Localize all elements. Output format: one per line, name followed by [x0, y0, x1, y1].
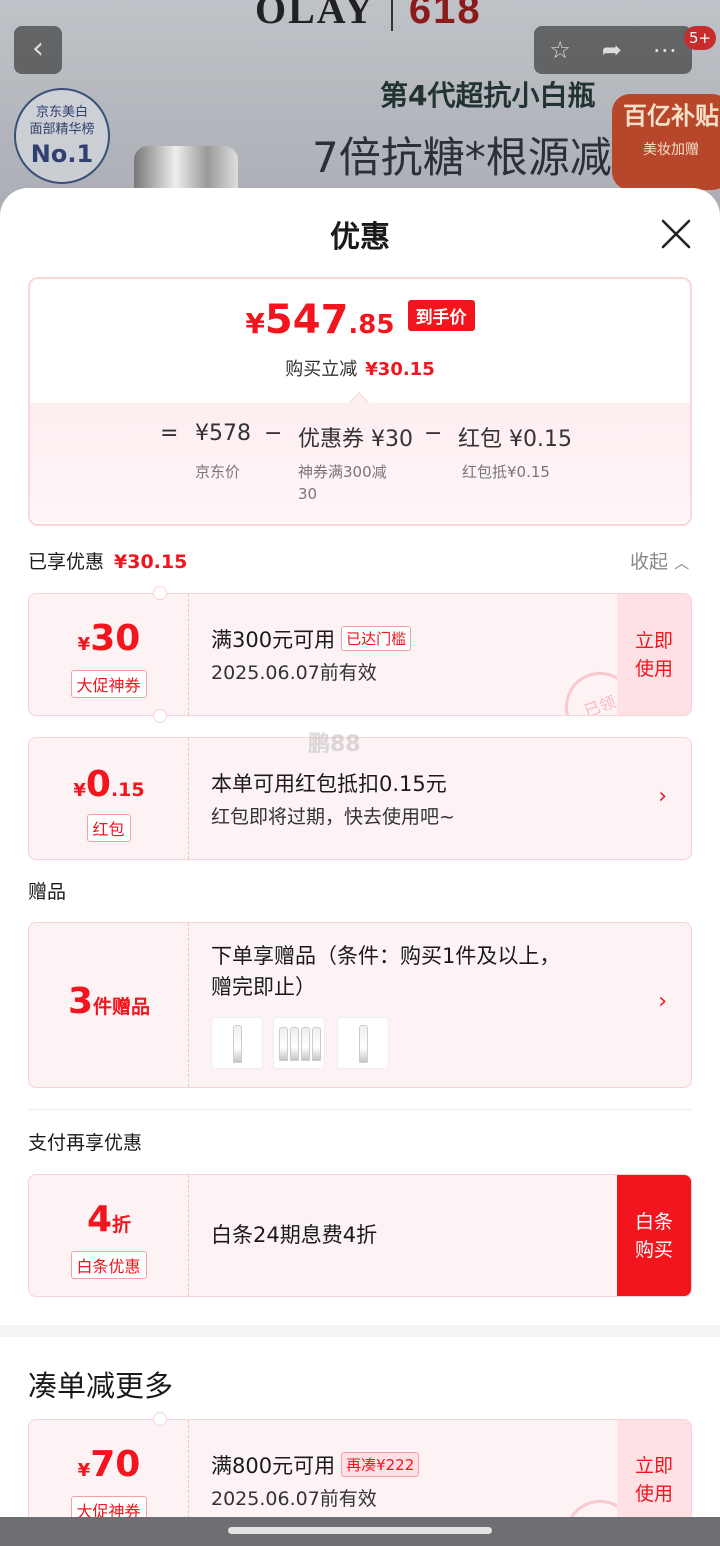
top-up-badge: 再凑¥222 — [341, 1452, 420, 1477]
gift-condition: 下单享赠品（条件：购买1件及以上， 赠完即止） — [211, 944, 561, 999]
chevron-up-icon: ︿ — [674, 554, 690, 572]
gift-card[interactable]: 3件赠品 下单享赠品（条件：购买1件及以上， 赠完即止） › — [28, 922, 692, 1088]
gifts-header: 赠品 — [28, 881, 67, 903]
final-price: ¥547.85 到手价 — [30, 297, 690, 343]
coupon-value: ¥30 大促神券 — [29, 594, 189, 715]
final-price-tag: 到手价 — [407, 300, 475, 331]
brand-logo: OLAY 618 — [255, 0, 482, 33]
back-button[interactable]: ‹ — [14, 26, 62, 74]
equals-sign: = — [160, 421, 179, 446]
close-icon[interactable] — [660, 218, 692, 250]
card-notch — [153, 1412, 167, 1426]
coupon-expiry: 2025.06.07前有效 — [211, 662, 377, 684]
top-toolbar: ☆ ➦ ⋯ — [534, 26, 692, 74]
watermark: 鹏88 — [308, 732, 361, 757]
more-icon[interactable]: ⋯ — [653, 36, 677, 64]
baitiao-value: 4折 白条优惠 — [29, 1175, 189, 1296]
gift-thumbnail — [273, 1017, 325, 1069]
redpack-title: 本单可用红包抵扣0.15元 — [211, 772, 447, 796]
baitiao-card: 4折 白条优惠 白条24期息费4折 白条购买 — [28, 1174, 692, 1297]
coupon-note: 神券满300减 30 — [298, 463, 387, 503]
baitiao-buy-button[interactable]: 白条购买 — [617, 1175, 691, 1296]
coupon-type-tag: 大促神券 — [70, 670, 147, 698]
saving-line: 购买立减 ¥30.15 — [285, 359, 435, 380]
coupon-expiry: 2025.06.07前有效 — [211, 1488, 377, 1510]
minus-sign: − — [424, 421, 443, 446]
divider — [28, 1109, 692, 1110]
coupon-condition: 满300元可用 已达门槛 — [211, 624, 412, 654]
chevron-right-icon: › — [658, 784, 667, 809]
gift-thumbnail — [337, 1017, 389, 1069]
gift-thumbnail — [211, 1017, 263, 1069]
redpack-tag: 红包 — [86, 814, 131, 842]
star-icon[interactable]: ☆ — [549, 36, 571, 64]
share-icon[interactable]: ➦ — [602, 36, 622, 64]
sheet-title: 优惠 — [330, 220, 390, 255]
price-summary: ¥547.85 到手价 购买立减 ¥30.15 = ¥578 − 优惠券 ¥30 … — [28, 277, 692, 526]
redpack-note: 红包抵¥0.15 — [462, 463, 550, 481]
jd-price: ¥578 — [195, 421, 251, 446]
chevron-left-icon: ‹ — [32, 31, 44, 66]
card-notch — [153, 586, 167, 600]
baitiao-tag: 白条优惠 — [70, 1251, 147, 1279]
coupon-condition: 满800元可用 再凑¥222 — [211, 1450, 420, 1480]
home-indicator[interactable] — [228, 1527, 492, 1534]
card-notch — [153, 709, 167, 723]
price-breakdown: = ¥578 − 优惠券 ¥30 − 红包 ¥0.15 京东价 神券满300减 3… — [30, 403, 690, 524]
redpack-value: ¥0.15 红包 — [29, 738, 189, 859]
more-discount-title: 凑单减更多 — [28, 1369, 174, 1403]
threshold-badge: 已达门槛 — [341, 626, 412, 651]
pay-header: 支付再享优惠 — [28, 1132, 143, 1154]
coupon-amount: 优惠券 ¥30 — [298, 427, 413, 452]
baitiao-title: 白条24期息费4折 — [211, 1223, 378, 1247]
notification-badge: 5+ — [684, 26, 717, 50]
jd-price-label: 京东价 — [195, 463, 241, 481]
coupon-card: ¥30 大促神券 满300元可用 已达门槛 2025.06.07前有效 已领 立即… — [28, 593, 692, 716]
system-nav-bar — [0, 1517, 720, 1546]
minus-sign: − — [264, 421, 283, 446]
rank-badge: 京东美白 面部精华榜 No.1 — [14, 88, 110, 184]
enjoyed-header: 已享优惠 ¥30.15 — [28, 551, 188, 573]
banner-slogan: 7倍抗糖*根源减 — [312, 133, 612, 182]
chevron-right-icon: › — [658, 989, 667, 1014]
subsidy-badge: 百亿补贴 美妆加赠 — [612, 94, 720, 190]
gift-count: 3件赠品 — [29, 923, 189, 1087]
redpack-amount: 红包 ¥0.15 — [458, 427, 572, 452]
section-divider — [0, 1325, 720, 1337]
discount-sheet: 优惠 ¥547.85 到手价 购买立减 ¥30.15 = ¥578 − 优惠券 ¥… — [0, 188, 720, 1546]
use-coupon-button[interactable]: 立即使用 — [617, 594, 691, 715]
collapse-button[interactable]: 收起 ︿ — [630, 547, 689, 574]
redpack-desc: 红包即将过期，快去使用吧~ — [211, 806, 455, 828]
banner-headline: 第4代超抗小白瓶 — [380, 79, 596, 112]
